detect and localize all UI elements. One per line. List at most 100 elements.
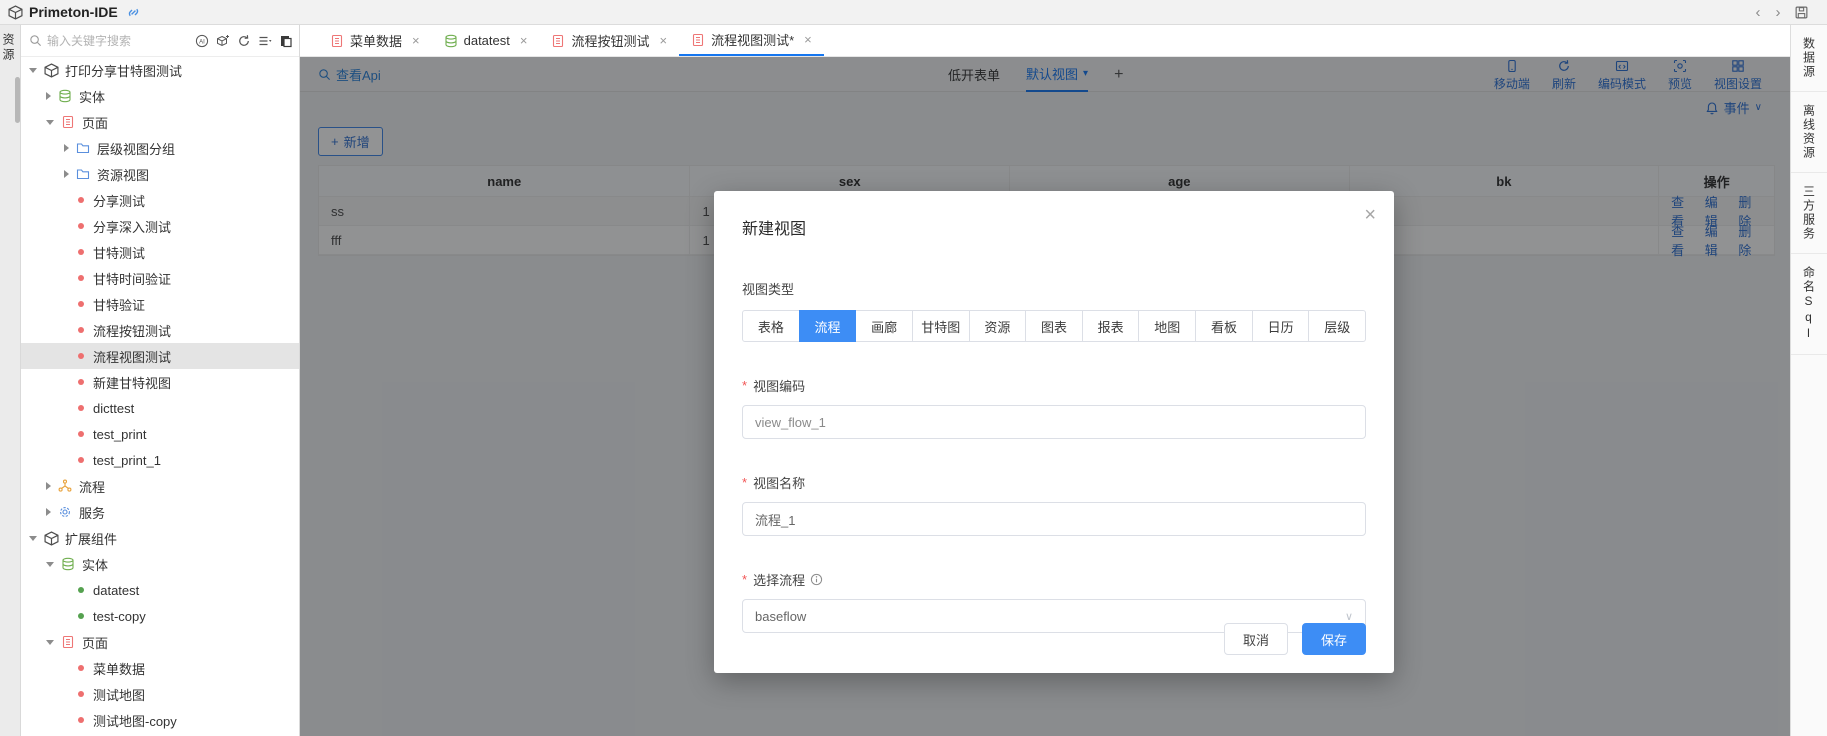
tab-flow-button-test[interactable]: 流程按钮测试 × — [539, 25, 679, 56]
required-mark: * — [742, 378, 747, 393]
close-icon[interactable]: × — [412, 33, 420, 48]
tree-item-entity[interactable]: datatest — [21, 577, 299, 603]
doc-panel-icon[interactable] — [279, 34, 293, 48]
folder-icon — [76, 141, 90, 155]
caret-right-icon[interactable] — [64, 144, 69, 152]
page-dot-icon — [78, 275, 84, 281]
tree-item-page[interactable]: 新建甘特视图 — [21, 369, 299, 395]
page-dot-icon — [78, 431, 84, 437]
type-chart-button[interactable]: 图表 — [1025, 310, 1083, 342]
tree-item-folder[interactable]: 资源视图 — [21, 161, 299, 187]
tree-item-folder[interactable]: 层级视图分组 — [21, 135, 299, 161]
tree-item-page[interactable]: 分享深入测试 — [21, 213, 299, 239]
right-dock-strip: 数据源 离线资源 三方服务 命名Sql — [1790, 25, 1827, 736]
tree-item-page[interactable]: test_print — [21, 421, 299, 447]
new-view-dialog: 新建视图 × 视图类型 表格 流程 画廊 甘特图 资源 图表 报表 地图 看板 … — [714, 191, 1394, 673]
tree-item-page[interactable]: 菜单数据 — [21, 655, 299, 681]
tree-item-extension[interactable]: 扩展组件 — [21, 525, 299, 551]
tree-item-flow-group[interactable]: 流程 — [21, 473, 299, 499]
app-logo-icon — [8, 5, 23, 20]
tree-item-page-group[interactable]: 页面 — [21, 629, 299, 655]
page-dot-icon — [78, 353, 84, 359]
database-icon — [58, 89, 72, 103]
tree-item-page-group[interactable]: 页面 — [21, 109, 299, 135]
page-dot-icon — [78, 223, 84, 229]
dock-tab-resources[interactable]: 资源 — [3, 33, 17, 63]
type-table-button[interactable]: 表格 — [742, 310, 800, 342]
view-name-input[interactable] — [742, 502, 1366, 536]
close-icon[interactable]: × — [804, 32, 812, 47]
caret-down-icon[interactable] — [46, 120, 54, 125]
close-icon[interactable]: × — [659, 33, 667, 48]
view-code-input[interactable] — [742, 405, 1366, 439]
cancel-button[interactable]: 取消 — [1224, 623, 1288, 655]
tab-menu-data[interactable]: 菜单数据 × — [318, 25, 432, 56]
search-input[interactable] — [47, 34, 195, 48]
save-button[interactable]: 保存 — [1302, 623, 1366, 655]
tree-item-page[interactable]: 分享测试 — [21, 187, 299, 213]
caret-down-icon[interactable] — [29, 536, 37, 541]
caret-right-icon[interactable] — [46, 508, 51, 516]
tree-item-page[interactable]: 甘特验证 — [21, 291, 299, 317]
ai-assistant-icon[interactable] — [195, 34, 209, 48]
scrollbar-thumb[interactable] — [15, 77, 20, 123]
tree-item-entity-group[interactable]: 实体 — [21, 83, 299, 109]
dock-tab-datasource[interactable]: 数据源 — [1791, 25, 1827, 92]
page-dot-icon — [78, 327, 84, 333]
view-name-label: * 视图名称 — [742, 473, 1366, 492]
type-gallery-button[interactable]: 画廊 — [855, 310, 913, 342]
caret-right-icon[interactable] — [46, 482, 51, 490]
tab-datatest[interactable]: datatest × — [432, 25, 540, 56]
caret-right-icon[interactable] — [46, 92, 51, 100]
dock-tab-offline-resources[interactable]: 离线资源 — [1791, 92, 1827, 173]
gear-icon — [58, 505, 72, 519]
dock-tab-named-sql[interactable]: 命名Sql — [1791, 254, 1827, 355]
tree-item-page[interactable]: dicttest — [21, 395, 299, 421]
tree-item-service-group[interactable]: 服务 — [21, 499, 299, 525]
entity-dot-icon — [78, 613, 84, 619]
share-link-icon[interactable] — [126, 5, 141, 20]
caret-down-icon[interactable] — [46, 640, 54, 645]
dock-tab-third-party[interactable]: 三方服务 — [1791, 173, 1827, 254]
type-resource-button[interactable]: 资源 — [969, 310, 1027, 342]
page-icon — [330, 34, 344, 48]
tree-item-page[interactable]: 甘特时间验证 — [21, 265, 299, 291]
type-calendar-button[interactable]: 日历 — [1252, 310, 1310, 342]
tree-item-entity[interactable]: test-copy — [21, 603, 299, 629]
tree-item-project[interactable]: 打印分享甘特图测试 — [21, 57, 299, 83]
refresh-icon[interactable] — [237, 34, 251, 48]
tree-item-page[interactable]: 甘特测试 — [21, 239, 299, 265]
type-gantt-button[interactable]: 甘特图 — [912, 310, 970, 342]
caret-down-icon[interactable] — [29, 68, 37, 73]
history-forward-icon[interactable]: › — [1768, 4, 1788, 21]
page-dot-icon — [78, 405, 84, 411]
flow-icon — [58, 479, 72, 493]
history-back-icon[interactable]: ‹ — [1748, 4, 1768, 21]
tree-item-page[interactable]: 测试地图-copy — [21, 707, 299, 733]
type-flow-button[interactable]: 流程 — [799, 310, 857, 342]
tab-flow-view-test[interactable]: 流程视图测试* × — [679, 25, 824, 56]
caret-right-icon[interactable] — [64, 170, 69, 178]
add-component-icon[interactable] — [216, 34, 230, 48]
save-icon[interactable] — [1794, 5, 1809, 20]
tree-item-page[interactable]: 流程按钮测试 — [21, 317, 299, 343]
expand-list-icon[interactable] — [258, 34, 272, 48]
view-code-label: * 视图编码 — [742, 376, 1366, 395]
type-map-button[interactable]: 地图 — [1138, 310, 1196, 342]
type-report-button[interactable]: 报表 — [1082, 310, 1140, 342]
view-type-label: 视图类型 — [742, 279, 1366, 298]
close-icon[interactable]: × — [520, 33, 528, 48]
tree-item-page[interactable]: test_print_1 — [21, 447, 299, 473]
required-mark: * — [742, 475, 747, 490]
page-icon — [61, 635, 75, 649]
type-hierarchy-button[interactable]: 层级 — [1308, 310, 1366, 342]
tree-item-entity-group[interactable]: 实体 — [21, 551, 299, 577]
tree-item-page[interactable]: 测试地图 — [21, 681, 299, 707]
search-icon — [29, 34, 42, 47]
close-icon[interactable]: × — [1364, 205, 1376, 225]
info-icon — [810, 573, 823, 586]
caret-down-icon[interactable] — [46, 562, 54, 567]
package-icon — [44, 531, 59, 546]
type-kanban-button[interactable]: 看板 — [1195, 310, 1253, 342]
tree-item-page-selected[interactable]: 流程视图测试 — [21, 343, 299, 369]
